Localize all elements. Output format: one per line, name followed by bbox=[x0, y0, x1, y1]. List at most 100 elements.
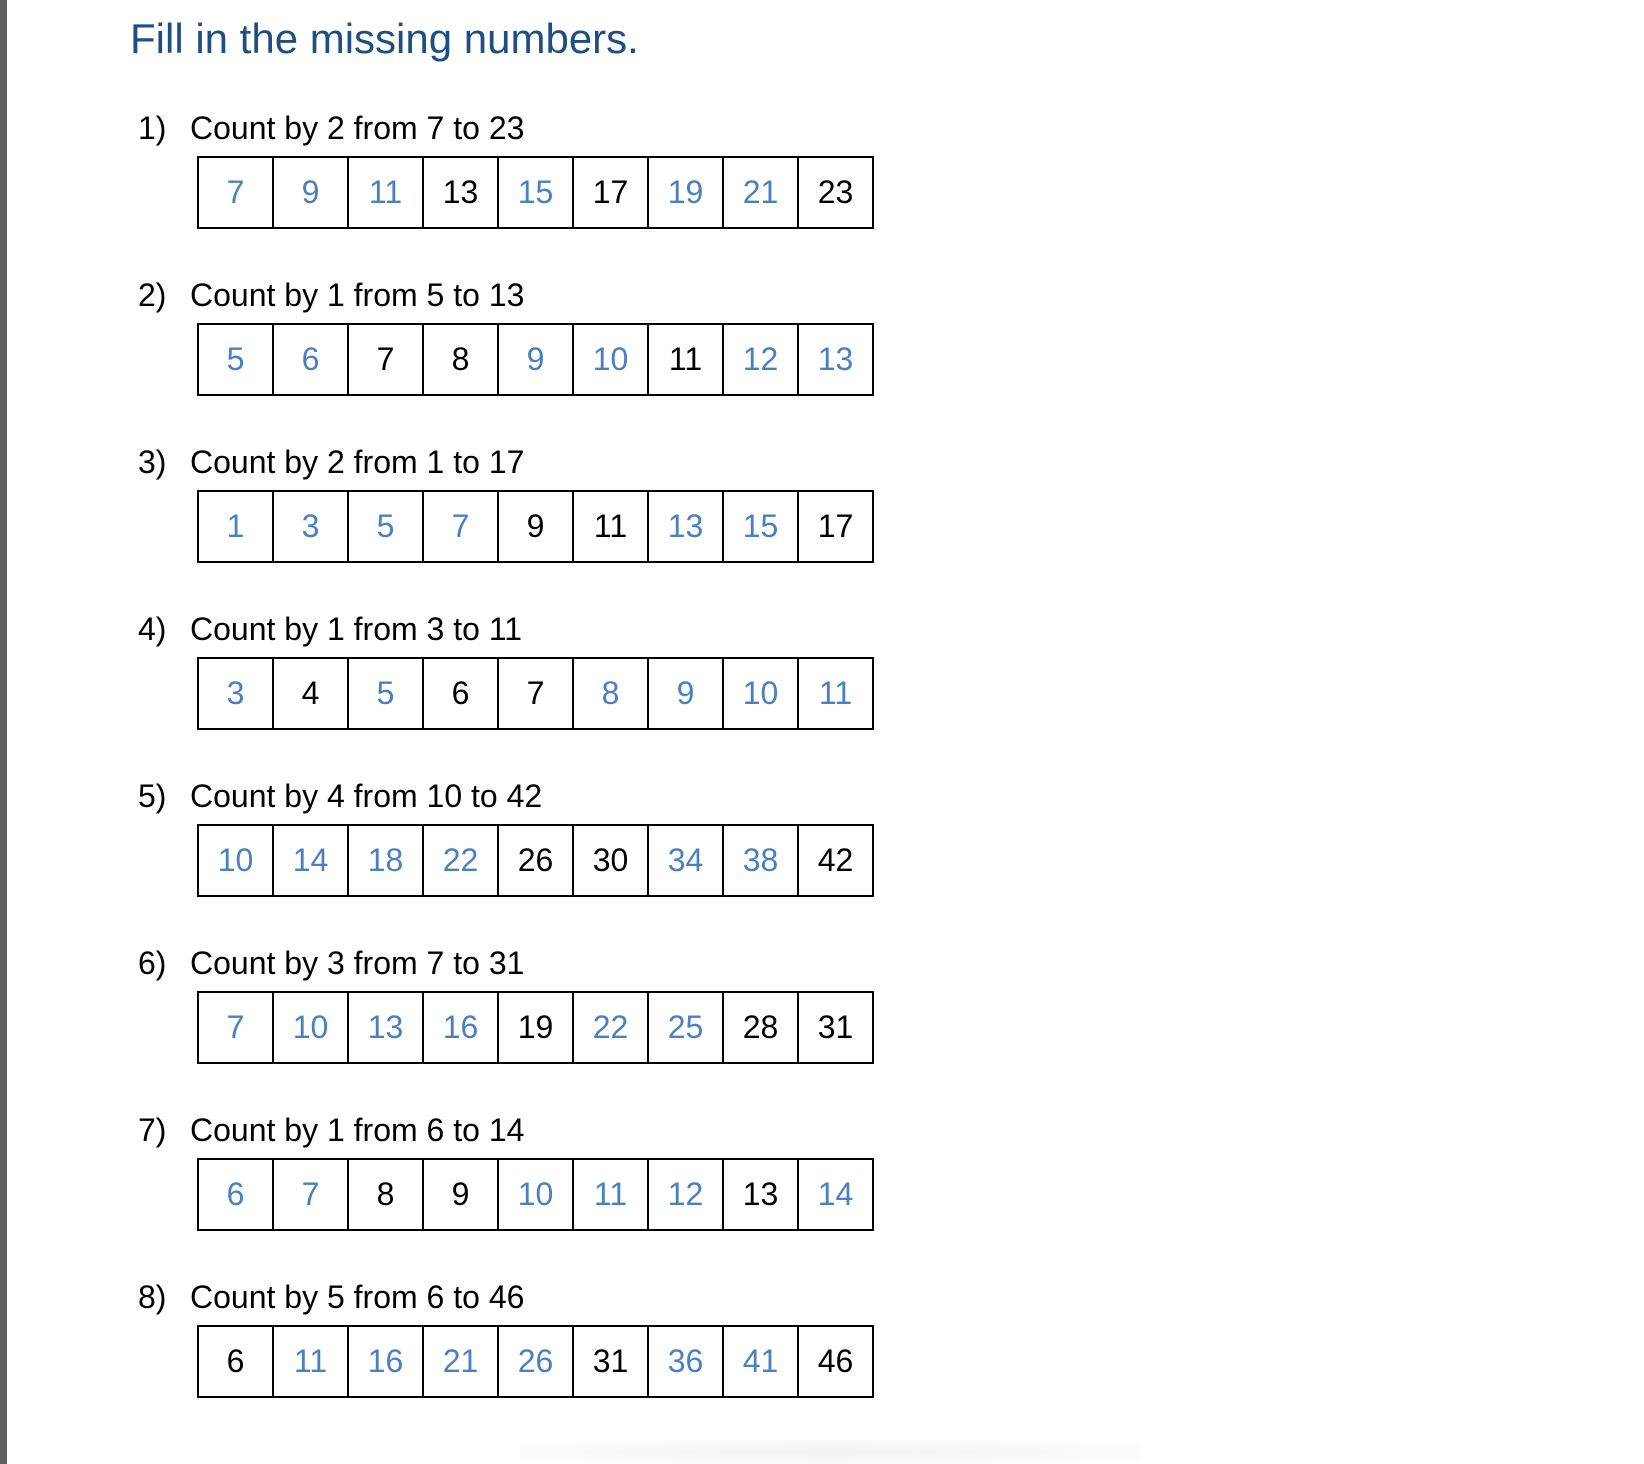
filled-answer-cell: 9 bbox=[499, 323, 574, 396]
problem-3: 3) Count by 2 from 1 to 17 1 3 5 7 9 11 13 15 17 bbox=[0, 442, 1000, 568]
filled-answer-cell: 12 bbox=[724, 323, 799, 396]
filled-answer-cell: 11 bbox=[574, 1158, 649, 1231]
filled-answer-cell: 16 bbox=[349, 1325, 424, 1398]
given-number-cell: 8 bbox=[424, 323, 499, 396]
given-number-cell: 19 bbox=[499, 991, 574, 1064]
filled-answer-cell: 5 bbox=[199, 323, 274, 396]
filled-answer-cell: 14 bbox=[274, 824, 349, 897]
given-number-cell: 17 bbox=[574, 156, 649, 229]
number-sequence-row: 7 9 11 13 15 17 19 21 23 bbox=[197, 156, 874, 229]
problem-number: 4) bbox=[138, 611, 167, 647]
page-bottom-shadow bbox=[520, 1440, 1140, 1464]
given-number-cell: 23 bbox=[799, 156, 874, 229]
problem-6: 6) Count by 3 from 7 to 31 7 10 13 16 19 22 25 28… bbox=[0, 943, 1000, 1069]
given-number-cell: 13 bbox=[724, 1158, 799, 1231]
given-number-cell: 9 bbox=[499, 490, 574, 563]
filled-answer-cell: 7 bbox=[424, 490, 499, 563]
filled-answer-cell: 3 bbox=[199, 657, 274, 730]
given-number-cell: 11 bbox=[649, 323, 724, 396]
given-number-cell: 4 bbox=[274, 657, 349, 730]
number-sequence-row: 3 4 5 6 7 8 9 10 11 bbox=[197, 657, 874, 730]
problem-7: 7) Count by 1 from 6 to 14 6 7 8 9 10 11 12 13 14 bbox=[0, 1110, 1000, 1236]
given-number-cell: 6 bbox=[199, 1325, 274, 1398]
given-number-cell: 30 bbox=[574, 824, 649, 897]
filled-answer-cell: 7 bbox=[274, 1158, 349, 1231]
filled-answer-cell: 3 bbox=[274, 490, 349, 563]
filled-answer-cell: 25 bbox=[649, 991, 724, 1064]
given-number-cell: 7 bbox=[349, 323, 424, 396]
filled-answer-cell: 5 bbox=[349, 490, 424, 563]
problem-prompt: Count by 2 from 7 to 23 bbox=[190, 110, 525, 146]
problem-number: 6) bbox=[138, 945, 167, 981]
filled-answer-cell: 15 bbox=[724, 490, 799, 563]
filled-answer-cell: 22 bbox=[574, 991, 649, 1064]
filled-answer-cell: 19 bbox=[649, 156, 724, 229]
given-number-cell: 9 bbox=[424, 1158, 499, 1231]
filled-answer-cell: 1 bbox=[199, 490, 274, 563]
problem-number: 3) bbox=[138, 444, 167, 480]
filled-answer-cell: 10 bbox=[499, 1158, 574, 1231]
filled-answer-cell: 10 bbox=[199, 824, 274, 897]
page-title: Fill in the missing numbers. bbox=[130, 15, 639, 62]
problem-5: 5) Count by 4 from 10 to 42 10 14 18 22 26 30 34… bbox=[0, 776, 1000, 902]
filled-answer-cell: 6 bbox=[274, 323, 349, 396]
given-number-cell: 7 bbox=[499, 657, 574, 730]
problem-2: 2) Count by 1 from 5 to 13 5 6 7 8 9 10 11 12 13 bbox=[0, 275, 1000, 401]
filled-answer-cell: 18 bbox=[349, 824, 424, 897]
filled-answer-cell: 21 bbox=[424, 1325, 499, 1398]
problem-number: 5) bbox=[138, 778, 167, 814]
filled-answer-cell: 7 bbox=[199, 156, 274, 229]
number-sequence-row: 1 3 5 7 9 11 13 15 17 bbox=[197, 490, 874, 563]
problem-prompt: Count by 1 from 5 to 13 bbox=[190, 277, 525, 313]
problem-8: 8) Count by 5 from 6 to 46 6 11 16 21 26 31 36 41… bbox=[0, 1277, 1000, 1403]
filled-answer-cell: 15 bbox=[499, 156, 574, 229]
filled-answer-cell: 14 bbox=[799, 1158, 874, 1231]
given-number-cell: 17 bbox=[799, 490, 874, 563]
filled-answer-cell: 21 bbox=[724, 156, 799, 229]
number-sequence-row: 6 7 8 9 10 11 12 13 14 bbox=[197, 1158, 874, 1231]
filled-answer-cell: 36 bbox=[649, 1325, 724, 1398]
problem-number: 1) bbox=[138, 110, 167, 146]
problem-prompt: Count by 3 from 7 to 31 bbox=[190, 945, 525, 981]
filled-answer-cell: 12 bbox=[649, 1158, 724, 1231]
number-sequence-row: 7 10 13 16 19 22 25 28 31 bbox=[197, 991, 874, 1064]
problem-prompt: Count by 1 from 6 to 14 bbox=[190, 1112, 525, 1148]
filled-answer-cell: 41 bbox=[724, 1325, 799, 1398]
filled-answer-cell: 13 bbox=[799, 323, 874, 396]
filled-answer-cell: 8 bbox=[574, 657, 649, 730]
filled-answer-cell: 11 bbox=[799, 657, 874, 730]
filled-answer-cell: 11 bbox=[274, 1325, 349, 1398]
filled-answer-cell: 16 bbox=[424, 991, 499, 1064]
problem-number: 7) bbox=[138, 1112, 167, 1148]
given-number-cell: 8 bbox=[349, 1158, 424, 1231]
filled-answer-cell: 9 bbox=[649, 657, 724, 730]
problem-number: 8) bbox=[138, 1279, 167, 1315]
filled-answer-cell: 10 bbox=[274, 991, 349, 1064]
problem-number: 2) bbox=[138, 277, 167, 313]
filled-answer-cell: 5 bbox=[349, 657, 424, 730]
given-number-cell: 31 bbox=[799, 991, 874, 1064]
filled-answer-cell: 22 bbox=[424, 824, 499, 897]
problem-prompt: Count by 4 from 10 to 42 bbox=[190, 778, 543, 814]
filled-answer-cell: 7 bbox=[199, 991, 274, 1064]
problem-4: 4) Count by 1 from 3 to 11 3 4 5 6 7 8 9 10 11 bbox=[0, 609, 1000, 735]
filled-answer-cell: 9 bbox=[274, 156, 349, 229]
given-number-cell: 28 bbox=[724, 991, 799, 1064]
given-number-cell: 6 bbox=[424, 657, 499, 730]
given-number-cell: 46 bbox=[799, 1325, 874, 1398]
filled-answer-cell: 13 bbox=[649, 490, 724, 563]
given-number-cell: 13 bbox=[424, 156, 499, 229]
given-number-cell: 26 bbox=[499, 824, 574, 897]
filled-answer-cell: 34 bbox=[649, 824, 724, 897]
filled-answer-cell: 13 bbox=[349, 991, 424, 1064]
filled-answer-cell: 10 bbox=[724, 657, 799, 730]
given-number-cell: 42 bbox=[799, 824, 874, 897]
filled-answer-cell: 11 bbox=[349, 156, 424, 229]
problem-prompt: Count by 2 from 1 to 17 bbox=[190, 444, 525, 480]
number-sequence-row: 10 14 18 22 26 30 34 38 42 bbox=[197, 824, 874, 897]
problem-1: 1) Count by 2 from 7 to 23 7 9 11 13 15 17 19 21 2… bbox=[0, 108, 1000, 234]
filled-answer-cell: 38 bbox=[724, 824, 799, 897]
number-sequence-row: 5 6 7 8 9 10 11 12 13 bbox=[197, 323, 874, 396]
filled-answer-cell: 26 bbox=[499, 1325, 574, 1398]
problem-prompt: Count by 1 from 3 to 11 bbox=[190, 611, 523, 647]
